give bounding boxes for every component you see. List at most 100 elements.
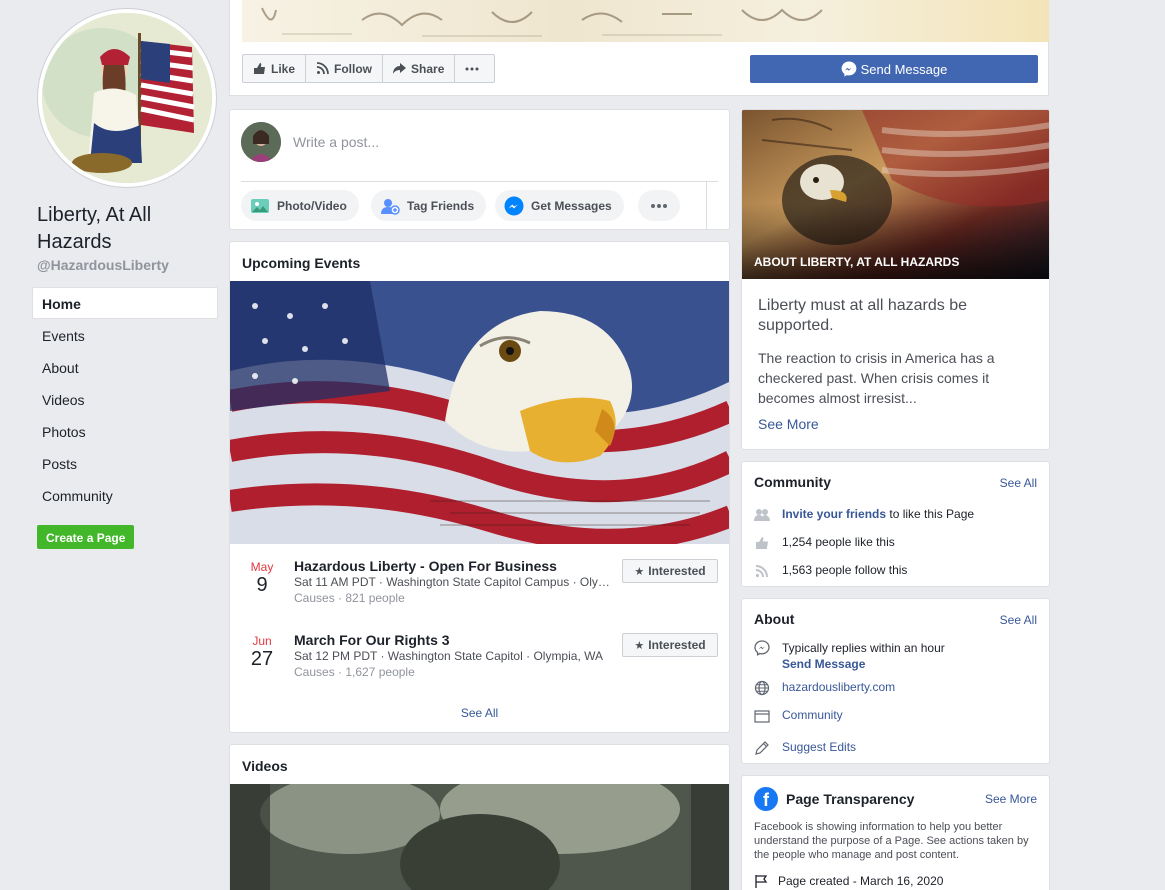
page-action-buttons: Like Follow Share (242, 54, 496, 83)
share-button[interactable]: Share (383, 55, 456, 82)
thumbs-up-icon (754, 535, 770, 551)
photo-video-label: Photo/Video (277, 198, 347, 213)
transparency-title: Page Transparency (786, 791, 915, 807)
write-post-input[interactable]: Write a post... (293, 134, 379, 150)
thumbs-up-icon (254, 63, 265, 74)
cover-handwriting (261, 7, 823, 37)
nav-item-videos[interactable]: Videos (32, 383, 218, 415)
friends-icon (754, 507, 770, 523)
profile-picture[interactable] (37, 8, 217, 188)
page-name[interactable]: Liberty, At All Hazards (37, 202, 217, 256)
page-nav: Home Events About Videos Photos Posts Co… (32, 287, 218, 511)
about-see-all-link[interactable]: See All (1000, 613, 1037, 627)
get-messages-button[interactable]: Get Messages (495, 190, 624, 221)
avatar[interactable] (241, 122, 281, 162)
page-likes-count: 1,254 people like this (782, 535, 895, 549)
response-time-row: Typically replies within an hour Send Me… (754, 640, 945, 672)
page-likes-row: 1,254 people like this (754, 535, 895, 551)
event-title[interactable]: Hazardous Liberty - Open For Business (294, 558, 557, 574)
event-month: Jun (252, 634, 272, 648)
events-title: Upcoming Events (242, 255, 361, 271)
event-title[interactable]: March For Our Rights 3 (294, 632, 450, 648)
cover-photo[interactable] (242, 0, 1049, 42)
page-created-row: Page created - March 16, 2020 (754, 874, 943, 888)
website-link[interactable]: hazardousliberty.com (782, 680, 895, 694)
constitution-eagle-image (742, 110, 1049, 279)
messenger-icon (841, 61, 857, 77)
star-icon: ★ (634, 639, 645, 652)
videos-card: Videos (229, 744, 730, 890)
like-label: Like (271, 61, 296, 76)
messenger-outline-icon (754, 640, 770, 656)
event-month: May (250, 560, 274, 574)
get-messages-label: Get Messages (531, 198, 612, 213)
ellipsis-icon (651, 203, 667, 208)
share-label: Share (411, 61, 445, 76)
event-date: Jun 27 (242, 634, 282, 670)
tag-friends-label: Tag Friends (407, 198, 475, 213)
star-icon: ★ (634, 565, 645, 578)
about-card: About See All Typically replies within a… (741, 598, 1050, 764)
interested-label: Interested (648, 564, 706, 578)
invite-friends-row: Invite your friends to like this Page (754, 507, 974, 523)
event-cover-image[interactable] (230, 281, 729, 544)
interested-button[interactable]: ★ Interested (622, 559, 718, 583)
events-see-all-link[interactable]: See All (230, 706, 729, 720)
video-thumbnail[interactable] (230, 784, 729, 890)
nav-item-posts[interactable]: Posts (32, 447, 218, 479)
page-created-text: Page created - March 16, 2020 (778, 874, 944, 888)
page-transparency-card: f Page Transparency See More Facebook is… (741, 775, 1050, 890)
about-page-card: ABOUT LIBERTY, AT ALL HAZARDS Liberty mu… (741, 109, 1050, 450)
tag-friends-button[interactable]: Tag Friends (371, 190, 487, 221)
about-see-more-link[interactable]: See More (758, 416, 819, 432)
interested-button[interactable]: ★ Interested (622, 633, 718, 657)
about-send-message-link[interactable]: Send Message (782, 657, 865, 671)
events-see-all-label[interactable]: See All (461, 706, 498, 720)
follow-label: Follow (334, 61, 373, 76)
community-see-all-link[interactable]: See All (1000, 476, 1037, 490)
event-meta: Causes · 1,627 people (294, 665, 415, 679)
nav-item-community[interactable]: Community (32, 479, 218, 511)
composer-vertical-divider (706, 182, 707, 230)
event-day: 27 (250, 648, 274, 670)
nav-item-photos[interactable]: Photos (32, 415, 218, 447)
facebook-logo-icon: f (754, 787, 778, 811)
nav-item-home[interactable]: Home (32, 287, 218, 319)
event-day: 9 (256, 574, 268, 596)
pencil-icon (754, 740, 770, 756)
suggest-edits-link[interactable]: Suggest Edits (782, 740, 856, 754)
tag-friends-icon (381, 198, 400, 215)
transparency-description: Facebook is showing information to help … (754, 821, 1029, 861)
rss-icon (316, 62, 329, 75)
like-button[interactable]: Like (243, 55, 307, 82)
about-quote: Liberty must at all hazards be supported… (758, 297, 967, 334)
composer-more-button[interactable] (638, 190, 680, 221)
website-row: hazardousliberty.com (754, 680, 895, 696)
photo-icon (251, 198, 269, 213)
invite-friends-link[interactable]: Invite your friends (782, 507, 886, 521)
share-arrow-icon (393, 63, 407, 74)
event-item[interactable]: May 9 Hazardous Liberty - Open For Busin… (230, 558, 729, 618)
page-follows-row: 1,563 people follow this (754, 563, 907, 579)
nav-item-about[interactable]: About (32, 351, 218, 383)
event-details: Sat 12 PM PDT · Washington State Capitol… (294, 649, 603, 663)
photo-video-button[interactable]: Photo/Video (241, 190, 359, 221)
about-cover-image[interactable] (742, 110, 1049, 279)
interested-label: Interested (648, 638, 706, 652)
page-handle[interactable]: @HazardousLiberty (37, 257, 169, 273)
upcoming-events-card: Upcoming Events May 9 Hazardous Liberty … (229, 241, 730, 733)
nav-item-events[interactable]: Events (32, 319, 218, 351)
transparency-see-more-link[interactable]: See More (985, 792, 1037, 806)
create-page-button[interactable]: Create a Page (37, 525, 135, 549)
category-link[interactable]: Community (782, 708, 843, 722)
rss-icon (754, 563, 770, 579)
community-title: Community (754, 474, 831, 490)
event-meta: Causes · 821 people (294, 591, 405, 605)
send-message-button[interactable]: Send Message (750, 55, 1038, 83)
category-folder-icon (754, 708, 770, 724)
event-item[interactable]: Jun 27 March For Our Rights 3 Sat 12 PM … (230, 632, 729, 692)
send-message-label: Send Message (860, 61, 948, 77)
more-options-button[interactable] (455, 55, 494, 82)
follow-button[interactable]: Follow (306, 55, 384, 82)
about-hero-label[interactable]: ABOUT LIBERTY, AT ALL HAZARDS (754, 255, 959, 269)
